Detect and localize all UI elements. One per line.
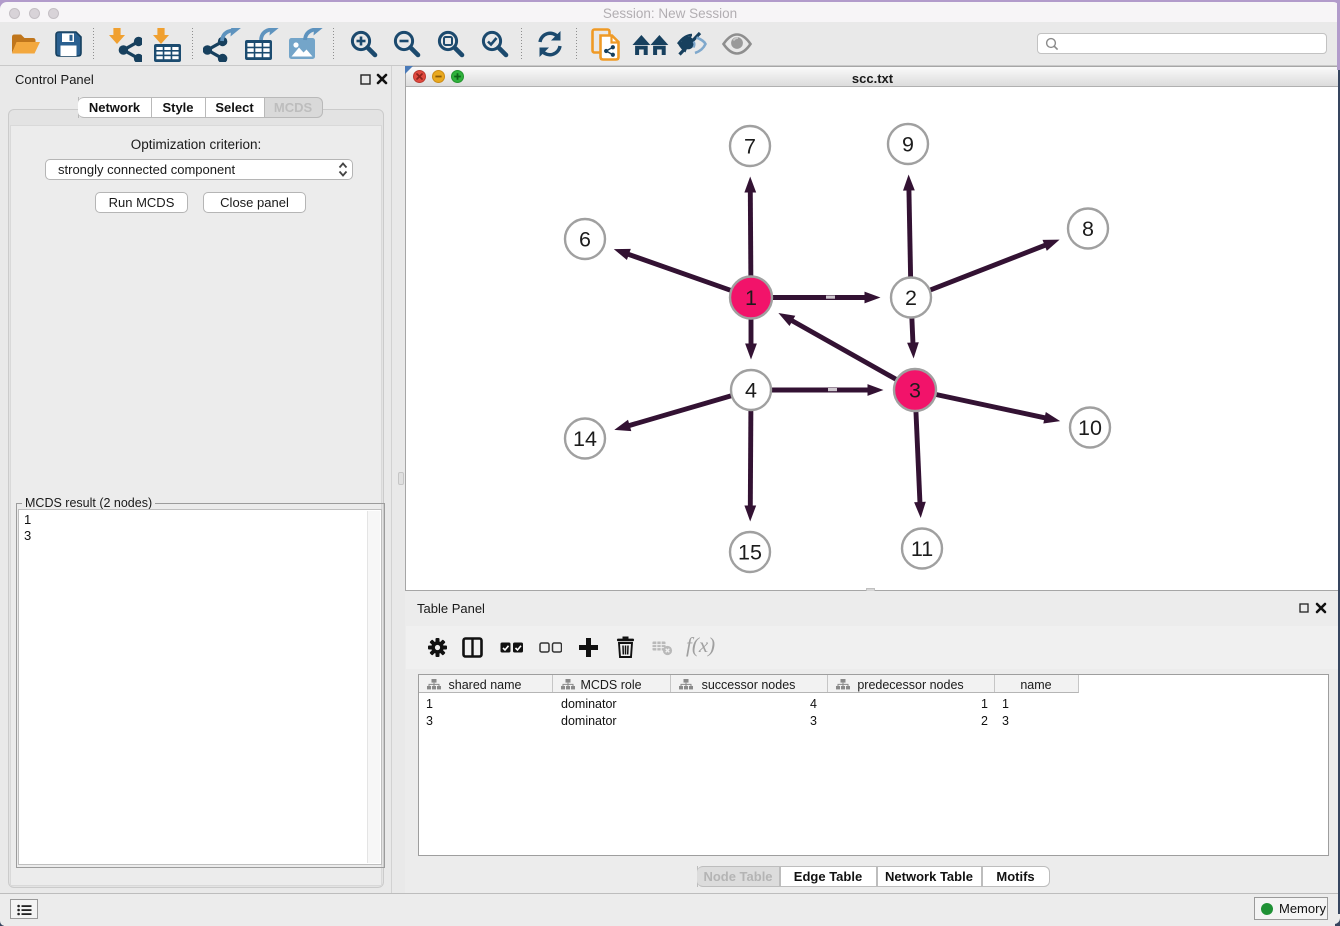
- svg-text:11: 11: [911, 537, 933, 561]
- svg-text:1: 1: [745, 286, 757, 310]
- svg-text:14: 14: [573, 427, 597, 451]
- svg-text:8: 8: [1082, 217, 1094, 241]
- svg-text:7: 7: [744, 135, 756, 159]
- svg-text:10: 10: [1078, 416, 1102, 440]
- svg-text:2: 2: [905, 286, 917, 310]
- svg-text:4: 4: [745, 379, 757, 403]
- svg-text:15: 15: [738, 541, 762, 565]
- svg-text:3: 3: [909, 379, 921, 403]
- svg-text:9: 9: [902, 133, 914, 157]
- svg-text:6: 6: [579, 228, 591, 252]
